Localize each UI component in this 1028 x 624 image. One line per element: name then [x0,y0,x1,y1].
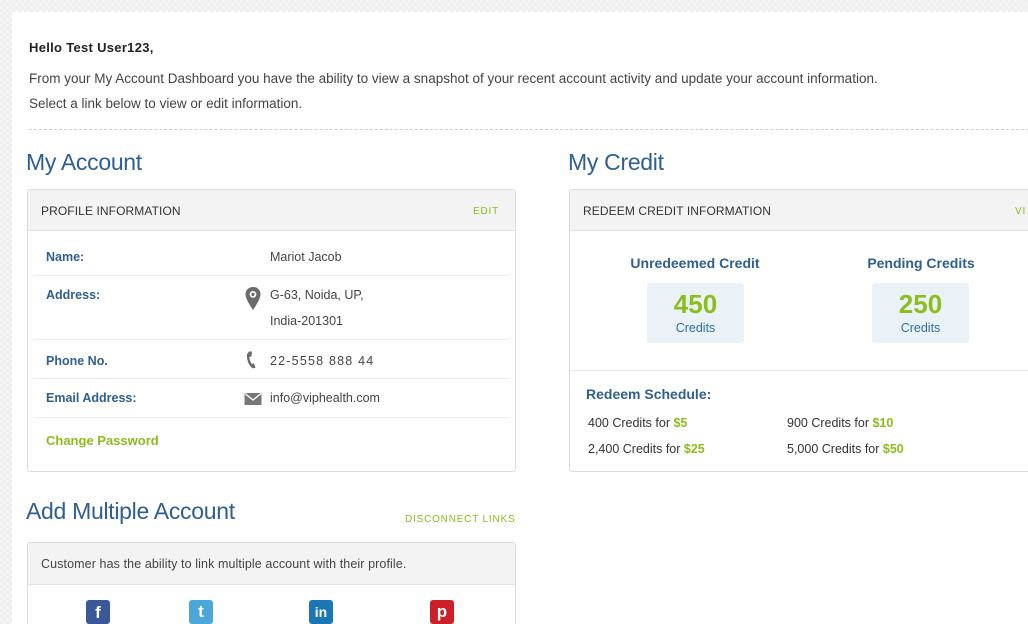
map-pin-icon [244,286,262,310]
phone-label: Phone No. [46,354,108,368]
profile-row-email: Email Address: info@viphealth.com [34,379,509,418]
unredeemed-credit-block: Unredeemed Credit [610,255,780,271]
phone-value: 22-5558 888 44 [270,354,375,368]
email-label: Email Address: [46,391,137,405]
schedule-credits: 900 Credits for [787,416,869,430]
my-account-title: My Account [26,149,142,175]
email-link[interactable]: info@viphealth.com [270,385,380,411]
intro-text: From your My Account Dashboard you have … [29,66,1028,116]
pending-credits-block: Pending Credits [846,255,996,271]
greeting-text: Hello Test User123, [29,40,154,55]
profile-panel-title: PROFILE INFORMATION [41,204,181,218]
schedule-item: 400 Credits for $5 [588,416,687,430]
schedule-item: 900 Credits for $10 [787,416,893,430]
dashboard-page: Hello Test User123, From your My Account… [12,12,1028,624]
schedule-item: 2,400 Credits for $25 [588,442,705,456]
envelope-icon [244,392,262,412]
view-credit-link[interactable]: VI [1015,206,1026,217]
schedule-amount: $50 [882,442,904,456]
schedule-credits: 400 Credits for [588,416,670,430]
profile-row-name: Name: Mariot Jacob [34,238,509,276]
pending-credits-unit: Credits [900,321,941,335]
name-value: Mariot Jacob [270,250,342,264]
unredeemed-credit-heading: Unredeemed Credit [630,255,760,271]
add-multiple-account-title: Add Multiple Account [26,498,235,524]
schedule-amount: $10 [872,416,894,430]
unredeemed-credit-unit: Credits [675,321,716,335]
twitter-icon[interactable]: t [189,600,213,624]
multi-account-panel-header: Customer has the ability to link multipl… [28,543,515,585]
profile-information-panel: PROFILE INFORMATION EDIT Name: Mariot Ja… [27,189,516,472]
address-line-2: India-201301 [270,314,343,328]
linkedin-icon[interactable]: in [309,600,333,624]
intro-line-1: From your My Account Dashboard you have … [29,71,878,86]
credit-separator [570,370,1028,371]
profile-panel-header: PROFILE INFORMATION EDIT [28,190,515,231]
name-label: Name: [46,250,85,264]
intro-line-2: Select a link below to view or edit info… [29,96,303,111]
schedule-amount: $5 [673,416,688,430]
change-password-link[interactable]: Change Password [46,433,159,448]
facebook-icon[interactable]: f [86,600,110,624]
phone-icon [244,350,262,370]
unredeemed-credit-value: 450 [673,289,718,319]
section-divider [29,129,1028,130]
multi-account-panel: Customer has the ability to link multipl… [27,542,516,624]
schedule-amount: $25 [683,442,705,456]
credit-panel-header: REDEEM CREDIT INFORMATION VI [570,190,1028,231]
schedule-credits: 2,400 Credits for [588,442,681,456]
profile-row-phone: Phone No. 22-5558 888 44 [34,340,509,379]
profile-row-address: Address: G-63, Noida, UP, India-201301 [34,276,509,340]
redeem-credit-panel: REDEEM CREDIT INFORMATION VI Unredeemed … [569,189,1028,472]
schedule-credits: 5,000 Credits for [787,442,880,456]
pending-credits-box: 250 Credits [872,283,969,343]
redeem-schedule-title: Redeem Schedule: [586,386,712,402]
credit-panel-title: REDEEM CREDIT INFORMATION [583,204,772,218]
pending-credits-heading: Pending Credits [867,255,975,271]
pending-credits-value: 250 [898,289,943,319]
multi-account-description: Customer has the ability to link multipl… [41,557,407,571]
unredeemed-credit-box: 450 Credits [647,283,744,343]
pinterest-icon[interactable]: p [430,600,454,624]
my-credit-title: My Credit [568,149,664,175]
disconnect-links-button[interactable]: DISCONNECT LINKS [405,514,515,525]
edit-profile-link[interactable]: EDIT [473,206,499,217]
address-line-1: G-63, Noida, UP, [270,288,364,302]
schedule-item: 5,000 Credits for $50 [787,442,904,456]
address-label: Address: [46,288,101,302]
